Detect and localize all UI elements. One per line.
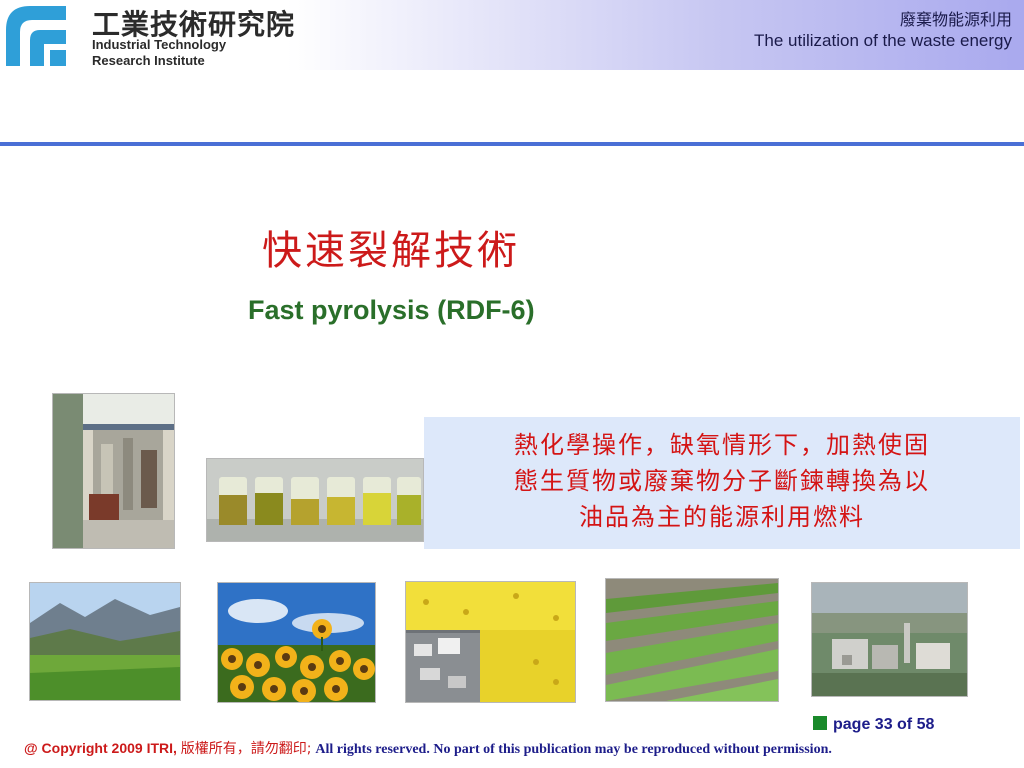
copyright-org: @ Copyright 2009 ITRI, [24, 740, 177, 756]
green-square-icon [813, 716, 827, 730]
pyrolysis-plant-photo [52, 393, 175, 549]
power-plant-aerial-photo [811, 582, 968, 697]
slide-title-zh: 快速裂解技術 [262, 228, 520, 274]
copyright-zh: 版權所有，請勿翻印; [180, 741, 312, 757]
org-name-en-line1: Industrial Technology [92, 37, 227, 52]
grassland-mountain-photo [29, 582, 181, 701]
crop-rows-field-photo [605, 578, 779, 702]
org-name-en-line2: Research Institute [92, 53, 205, 68]
sunflower-field-photo [217, 582, 376, 703]
topic-title-zh: 廢棄物能源利用 [899, 10, 1012, 29]
page-number: page 33 of 58 [813, 716, 934, 734]
copyright-en: All rights reserved. No part of this pub… [315, 742, 832, 757]
bio-oil-bottles-photo [206, 458, 424, 542]
rapeseed-field-road-photo [405, 581, 576, 703]
description-line: 熱化學操作，缺氧情形下，加熱使固 [514, 431, 930, 459]
header-banner: 工業技術研究院 Industrial Technology Research I… [0, 0, 1024, 70]
slide-title-en: Fast pyrolysis (RDF-6) [248, 295, 535, 325]
description-line: 態生質物或廢棄物分子斷鍊轉換為以 [514, 467, 930, 495]
header-divider [0, 142, 1024, 146]
copyright-notice: @ Copyright 2009 ITRI, 版權所有，請勿翻印; All ri… [24, 738, 832, 758]
topic-title-en: The utilization of the waste energy [754, 31, 1012, 50]
itri-logo-icon [0, 0, 68, 68]
page-number-label: page 33 of 58 [833, 716, 935, 733]
description-box: 熱化學操作，缺氧情形下，加熱使固 態生質物或廢棄物分子斷鍊轉換為以 油品為主的能… [424, 417, 1020, 549]
description-line: 油品為主的能源利用燃料 [579, 503, 865, 531]
